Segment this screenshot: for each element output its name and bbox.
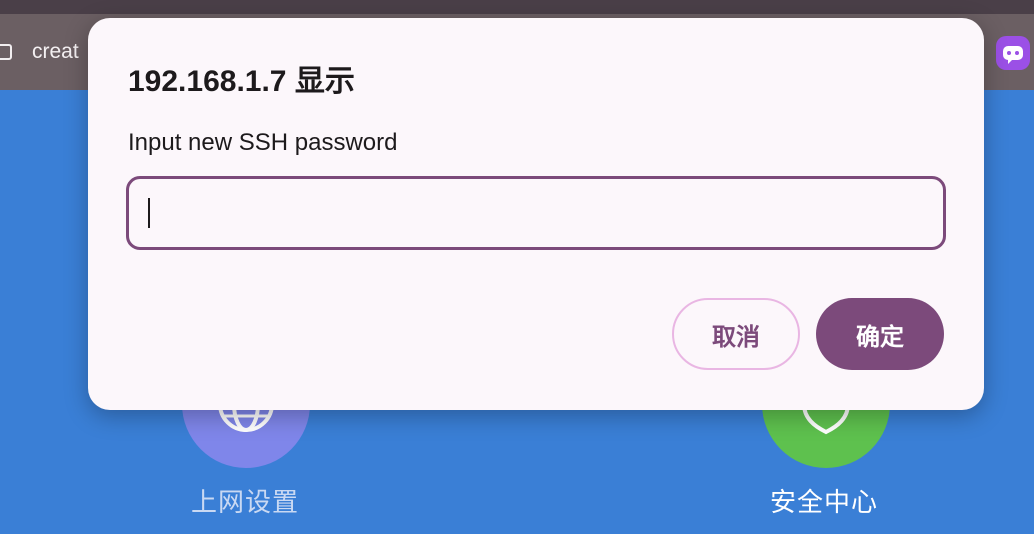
extension-chat-bot-icon[interactable] (996, 36, 1030, 70)
dialog-title: 192.168.1.7 显示 (128, 65, 355, 98)
ok-button[interactable]: 确定 (816, 298, 944, 370)
browser-titlebar (0, 0, 1034, 14)
tab-page-icon[interactable] (0, 44, 12, 60)
cancel-button[interactable]: 取消 (672, 298, 800, 370)
page: creat 上网设置 安全中心 192.168.1.7 显示 Input new… (0, 0, 1034, 534)
password-input[interactable] (126, 176, 946, 250)
browser-tab-title[interactable]: creat (32, 39, 79, 65)
text-caret (148, 198, 150, 228)
network-settings-label[interactable]: 上网设置 (191, 486, 299, 518)
prompt-dialog: 192.168.1.7 显示 Input new SSH password 取消… (88, 18, 984, 410)
security-center-label[interactable]: 安全中心 (770, 486, 878, 518)
dialog-message: Input new SSH password (128, 129, 398, 156)
